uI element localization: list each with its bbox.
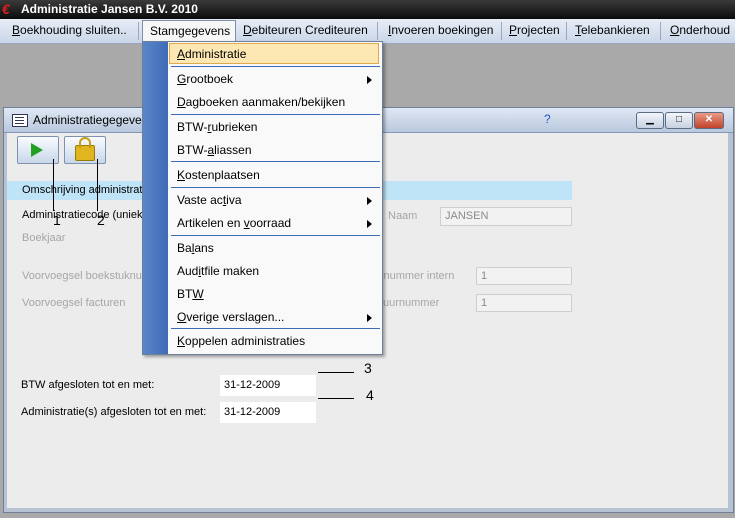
- menu-separator: [660, 22, 661, 40]
- menuitem-artikelen-voorraad[interactable]: Artikelen en voorraad: [177, 216, 291, 230]
- factuurnummer-label: uurnummer: [383, 297, 440, 309]
- stamgegevens-dropdown: Administratie Grootboek Dagboeken aanmak…: [142, 41, 383, 355]
- close-button[interactable]: ✕: [694, 112, 724, 129]
- boekstuknummer-intern-label: knummer intern: [378, 270, 455, 282]
- menuitem-overige-verslagen[interactable]: Overige verslagen...: [177, 310, 284, 324]
- callout-line: [318, 398, 354, 399]
- administratie-afgesloten-label: Administratie(s) afgesloten tot en met:: [21, 406, 207, 418]
- lock-icon: [75, 137, 95, 161]
- callout-1: 1: [53, 212, 61, 228]
- naam-field[interactable]: JANSEN: [440, 207, 572, 226]
- submenu-arrow-icon: [367, 76, 372, 84]
- menuitem-btw-rubrieken[interactable]: BTW-rubrieken: [177, 120, 257, 134]
- menuitem-kostenplaatsen[interactable]: Kostenplaatsen: [177, 168, 260, 182]
- menu-separator: [138, 22, 139, 40]
- window-title: Administratiegegeve: [33, 113, 142, 127]
- callout-3: 3: [364, 360, 372, 376]
- omschrijving-label: Omschrijving administratie: [22, 184, 151, 196]
- menuitem-auditfile[interactable]: Auditfile maken: [177, 264, 259, 278]
- callout-line: [53, 159, 54, 211]
- menu-separator: [377, 22, 378, 40]
- menuitem-grootboek[interactable]: Grootboek: [177, 72, 233, 86]
- app-titlebar: € Administratie Jansen B.V. 2010: [0, 0, 735, 19]
- callout-line: [318, 372, 354, 373]
- menu-invoeren-boekingen[interactable]: Invoeren boekingen: [388, 23, 493, 37]
- submenu-arrow-icon: [367, 197, 372, 205]
- menu-separator: [566, 22, 567, 40]
- menu-stamgegevens[interactable]: Stamgegevens: [142, 20, 236, 41]
- submenu-arrow-icon: [367, 220, 372, 228]
- menu-separator: [171, 187, 380, 188]
- boekstuknummer-intern-field[interactable]: 1: [476, 267, 572, 285]
- btw-afgesloten-label: BTW afgesloten tot en met:: [21, 379, 155, 391]
- maximize-icon: □: [675, 114, 683, 125]
- callout-4: 4: [366, 387, 374, 403]
- menu-telebankieren[interactable]: Telebankieren: [575, 23, 650, 37]
- menu-boekhouding-sluiten[interactable]: Boekhouding sluiten..: [12, 23, 127, 37]
- menu-separator: [171, 66, 380, 67]
- menuitem-balans[interactable]: Balans: [177, 241, 214, 255]
- menuitem-dagboeken[interactable]: Dagboeken aanmaken/bekijken: [177, 95, 345, 109]
- menu-separator: [171, 161, 380, 162]
- play-icon: [31, 143, 43, 157]
- menu-separator: [501, 22, 502, 40]
- minimize-button[interactable]: ▁: [636, 112, 664, 129]
- administratiecode-label: Administratiecode (uniek): [22, 209, 147, 221]
- menu-debiteuren-crediteuren[interactable]: Debiteuren Crediteuren: [243, 23, 368, 37]
- form-window-icon: [12, 114, 28, 127]
- menuitem-koppelen-administraties[interactable]: Koppelen administraties: [177, 334, 305, 348]
- app-title: Administratie Jansen B.V. 2010: [21, 2, 198, 16]
- callout-2: 2: [97, 212, 105, 228]
- menu-separator: [171, 114, 380, 115]
- menu-icon-strip: [143, 42, 168, 354]
- voorvoegsel-boekstuk-label: Voorvoegsel boekstuknu: [22, 270, 142, 282]
- submenu-arrow-icon: [367, 314, 372, 322]
- app-logo-icon: €: [2, 1, 10, 17]
- menuitem-vaste-activa[interactable]: Vaste activa: [177, 193, 242, 207]
- menu-projecten[interactable]: Projecten: [509, 23, 560, 37]
- minimize-icon: ▁: [646, 114, 654, 125]
- btw-afgesloten-field[interactable]: 31-12-2009: [220, 375, 316, 396]
- menu-onderhoud[interactable]: Onderhoud: [670, 23, 730, 37]
- help-link[interactable]: ?: [544, 112, 551, 126]
- menuitem-btw[interactable]: BTW: [177, 287, 204, 301]
- menuitem-administratie[interactable]: Administratie: [177, 47, 246, 61]
- menu-separator: [171, 328, 380, 329]
- menuitem-btw-aliassen[interactable]: BTW-aliassen: [177, 143, 252, 157]
- menu-separator: [171, 235, 380, 236]
- boekjaar-label: Boekjaar: [22, 232, 66, 244]
- factuurnummer-field[interactable]: 1: [476, 294, 572, 312]
- naam-label: Naam: [388, 210, 418, 222]
- close-icon: ✕: [704, 114, 714, 125]
- voorvoegsel-facturen-label: Voorvoegsel facturen: [22, 297, 126, 309]
- callout-line: [97, 159, 98, 211]
- lock-button[interactable]: [64, 136, 106, 164]
- administratie-afgesloten-field[interactable]: 31-12-2009: [220, 402, 316, 423]
- maximize-button[interactable]: □: [665, 112, 693, 129]
